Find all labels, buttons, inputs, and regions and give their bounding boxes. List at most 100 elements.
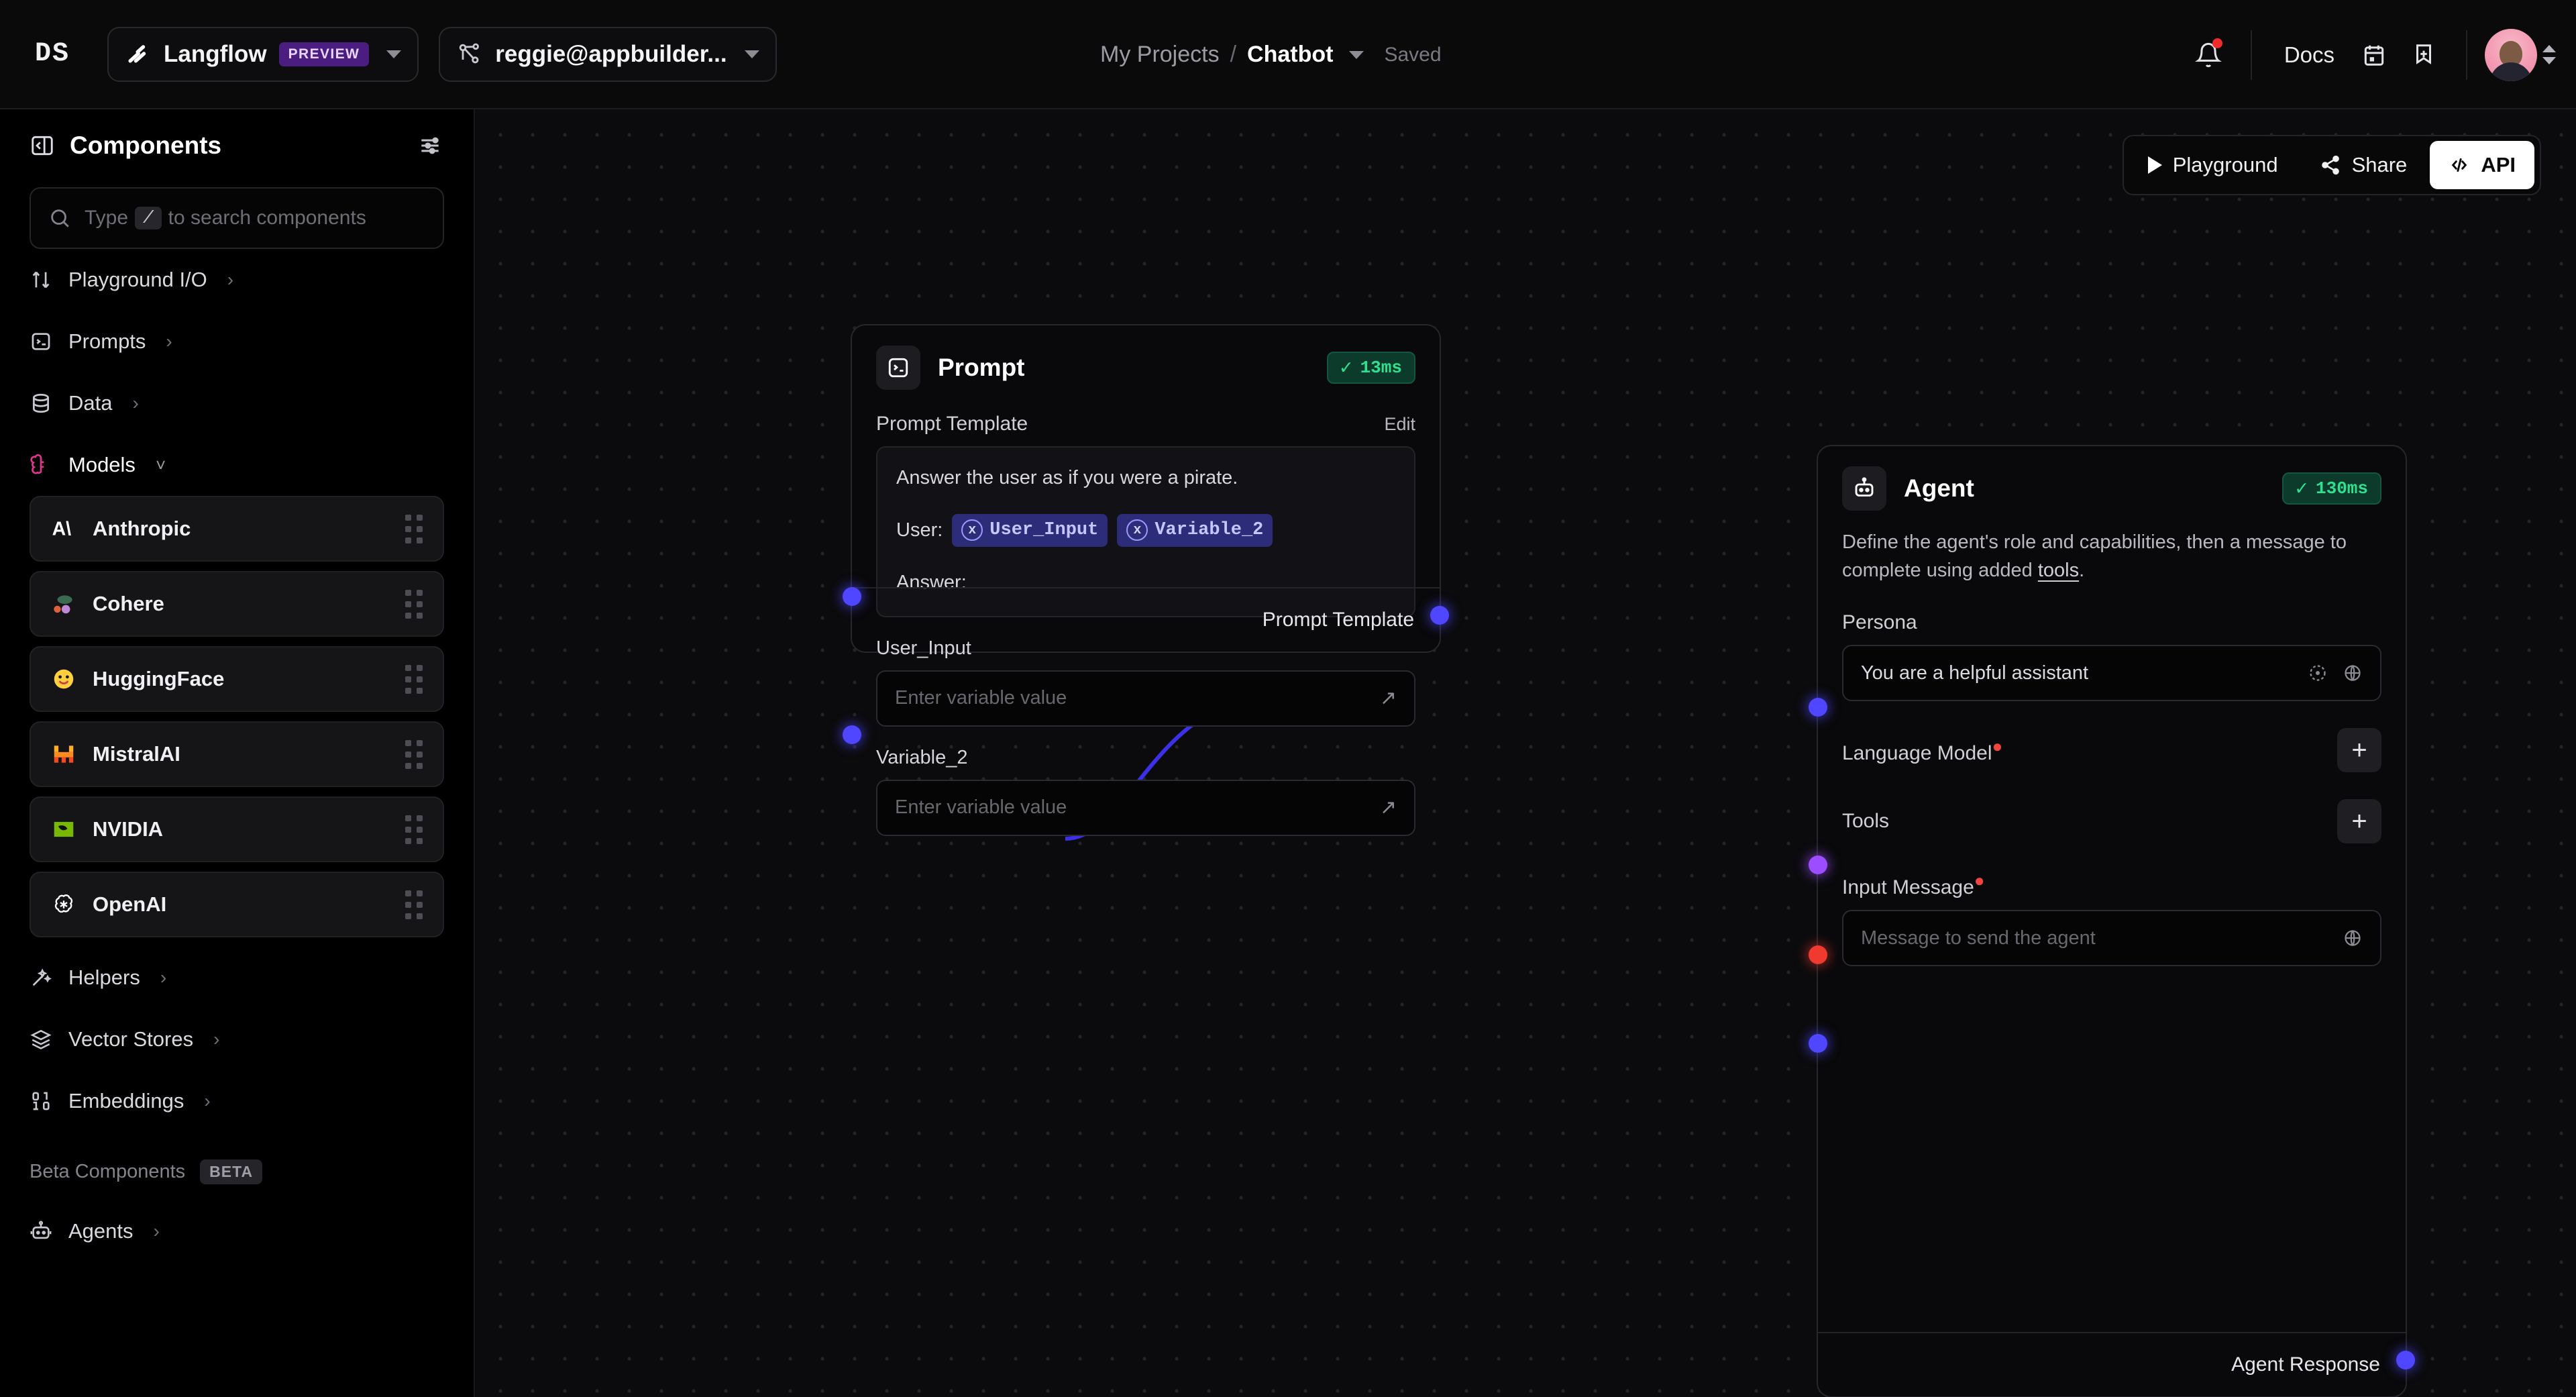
component-card-cohere[interactable]: Cohere: [30, 571, 444, 637]
edit-button[interactable]: Edit: [1384, 414, 1415, 435]
input-message-field[interactable]: Message to send the agent: [1842, 910, 2381, 966]
drag-handle-icon[interactable]: [405, 515, 423, 544]
duration-label: 13ms: [1360, 358, 1402, 378]
layers-icon: [30, 1028, 52, 1051]
openai-logo: [51, 892, 76, 917]
add-language-model-button[interactable]: +: [2337, 728, 2381, 772]
output-handle-prompt-template[interactable]: [1430, 606, 1449, 625]
database-icon: [30, 392, 52, 415]
output-handle-agent-response[interactable]: [2396, 1351, 2415, 1369]
node-prompt[interactable]: Prompt ✓ 13ms Prompt Template Edit Answe…: [851, 324, 1441, 653]
drag-handle-icon[interactable]: [405, 590, 423, 619]
app-switcher-button[interactable]: Langflow PREVIEW: [107, 27, 419, 82]
globe-icon[interactable]: [2343, 928, 2363, 948]
changelog-button[interactable]: [2349, 30, 2399, 80]
search-input[interactable]: Type / to search components: [30, 187, 444, 249]
notifications-button[interactable]: [2184, 30, 2233, 80]
sidebar-item-playground-io[interactable]: Playground I/O ›: [0, 249, 474, 311]
breadcrumb-current[interactable]: Chatbot: [1247, 42, 1333, 68]
sidebar-item-data[interactable]: Data ›: [0, 372, 474, 434]
api-button[interactable]: API: [2430, 141, 2534, 189]
sidebar-header: Components: [0, 109, 474, 182]
chevron-down-icon[interactable]: [1349, 51, 1364, 59]
sidebar-item-models[interactable]: Models ˅: [0, 434, 474, 496]
chevron-right-icon: ›: [166, 331, 172, 352]
sidebar-item-prompts[interactable]: Prompts ›: [0, 311, 474, 372]
sidebar-item-label: Helpers: [68, 966, 140, 990]
sidebar-item-vector-stores[interactable]: Vector Stores ›: [0, 1008, 474, 1070]
brand-logo[interactable]: DS: [35, 39, 70, 69]
variable-icon: x: [961, 519, 983, 541]
store-button[interactable]: [2399, 30, 2449, 80]
prompt-template-row: Prompt Template Edit: [852, 413, 1440, 435]
wand-icon: [30, 966, 52, 989]
input-handle-input-message[interactable]: [1809, 1034, 1827, 1053]
input-handle-tools[interactable]: [1809, 945, 1827, 964]
node-footer: Agent Response: [1818, 1332, 2406, 1396]
component-label: NVIDIA: [93, 817, 163, 841]
save-status: Saved: [1384, 44, 1441, 66]
expand-icon[interactable]: ↗: [1380, 796, 1397, 819]
input-variable-2[interactable]: Enter variable value ↗: [876, 780, 1415, 836]
output-label-agent-response: Agent Response: [2231, 1353, 2380, 1376]
component-card-nvidia[interactable]: NVIDIA: [30, 796, 444, 862]
component-card-openai[interactable]: OpenAI: [30, 872, 444, 937]
chevron-down-icon[interactable]: [745, 50, 759, 58]
panel-collapse-icon[interactable]: [30, 133, 55, 158]
variable-chip-label: Variable_2: [1155, 518, 1263, 542]
components-sidebar: Components Type / to search components: [0, 109, 475, 1397]
field-row-persona: Persona: [1818, 611, 2406, 634]
add-tools-button[interactable]: +: [2337, 799, 2381, 843]
component-card-mistralai[interactable]: MistralAI: [30, 721, 444, 787]
component-card-anthropic[interactable]: A\ Anthropic: [30, 496, 444, 562]
field-label-language-model: Language Model●: [1842, 736, 2002, 765]
refresh-icon[interactable]: [2308, 663, 2328, 683]
drag-handle-icon[interactable]: [405, 815, 423, 844]
expand-icon[interactable]: ↗: [1380, 686, 1397, 710]
playground-button[interactable]: Playground: [2129, 141, 2297, 189]
input-persona[interactable]: You are a helpful assistant: [1842, 645, 2381, 701]
chevron-right-icon: ›: [154, 1221, 160, 1242]
check-icon: ✓: [1340, 356, 1352, 380]
input-handle-variable-2[interactable]: [843, 725, 861, 744]
field-label-persona: Persona: [1842, 611, 1917, 634]
beta-section-label: Beta Components: [30, 1161, 185, 1183]
variable-icon: x: [1126, 519, 1148, 541]
app-name: Langflow: [164, 41, 267, 68]
input-handle-persona[interactable]: [1809, 698, 1827, 717]
chevron-right-icon: ›: [160, 967, 166, 988]
flow-canvas[interactable]: Playground Share API: [475, 109, 2576, 1397]
input-placeholder: Enter variable value: [895, 687, 1067, 709]
breadcrumb-root[interactable]: My Projects: [1100, 42, 1220, 68]
node-header: Agent ✓ 130ms: [1818, 446, 2406, 511]
drag-handle-icon[interactable]: [405, 890, 423, 919]
node-agent[interactable]: Agent ✓ 130ms Define the agent's role an…: [1817, 445, 2407, 1397]
sidebar-item-agents[interactable]: Agents ›: [0, 1200, 474, 1262]
sliders-icon[interactable]: [417, 133, 443, 158]
docs-link[interactable]: Docs: [2269, 42, 2349, 68]
workspace-selector-button[interactable]: reggie@appbuilder...: [439, 27, 776, 82]
search-icon: [48, 207, 71, 229]
sidebar-item-helpers[interactable]: Helpers ›: [0, 947, 474, 1008]
search-placeholder: Type / to search components: [85, 207, 366, 229]
component-label: OpenAI: [93, 892, 166, 917]
avatar[interactable]: [2485, 29, 2537, 81]
component-label: HuggingFace: [93, 667, 224, 691]
account-menu-button[interactable]: [2542, 45, 2556, 64]
input-handle-user-input[interactable]: [843, 587, 861, 606]
user-prefix: User:: [896, 517, 943, 544]
chevron-right-icon: ›: [132, 393, 138, 414]
status-badge: ✓ 130ms: [2282, 472, 2381, 505]
component-card-huggingface[interactable]: HuggingFace: [30, 646, 444, 712]
variable-chip-variable-2[interactable]: x Variable_2: [1117, 514, 1273, 546]
globe-icon[interactable]: [2343, 663, 2363, 683]
playground-label: Playground: [2173, 153, 2278, 177]
share-button[interactable]: Share: [2301, 141, 2426, 189]
input-user-input[interactable]: Enter variable value ↗: [876, 670, 1415, 727]
sidebar-item-embeddings[interactable]: Embeddings ›: [0, 1070, 474, 1132]
drag-handle-icon[interactable]: [405, 665, 423, 694]
input-handle-language-model[interactable]: [1809, 856, 1827, 874]
drag-handle-icon[interactable]: [405, 740, 423, 769]
variable-chip-user-input[interactable]: x User_Input: [952, 514, 1108, 546]
chevron-down-icon[interactable]: [386, 50, 401, 58]
